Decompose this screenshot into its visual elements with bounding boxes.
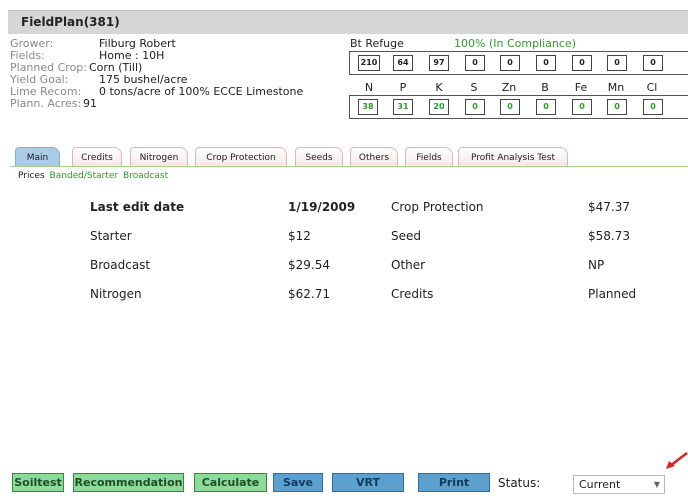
recommendation-value-box: 0 [536,99,556,115]
row-value: NP [588,258,605,272]
recommendation-value-box: 20 [429,99,449,115]
red-arrow-icon [666,452,688,469]
recommendation-value-box: 0 [607,99,627,115]
row-label: Last edit date [90,200,185,214]
recommendation-value-box: 38 [358,99,378,115]
soil-value-box: 64 [393,55,413,71]
nutrient-label: N [364,81,374,94]
soil-value-box: 210 [358,55,380,71]
tab-divider [10,166,688,167]
status-value: Current [579,478,621,491]
tab-others[interactable]: Others [350,147,398,167]
soil-value-box: 0 [572,55,592,71]
save-button[interactable]: Save [273,473,323,492]
recommendation-values: 38 31 20 0 0 0 0 0 0 [349,95,688,119]
recommendation-value-box: 0 [572,99,592,115]
subnav-broadcast-link[interactable]: Broadcast [123,171,168,181]
tab-fields[interactable]: Fields [405,147,453,167]
soiltest-button[interactable]: Soiltest [12,473,64,492]
nutrient-label: Zn [501,81,517,94]
recommendation-value-box: 0 [465,99,485,115]
soil-value-box: 0 [500,55,520,71]
row-label: Nitrogen [90,287,142,301]
row-value: $47.37 [588,200,630,214]
row-value: $29.54 [288,258,330,272]
row-value: $12 [288,229,311,243]
recommendation-value-box: 0 [500,99,520,115]
calculate-button[interactable]: Calculate [194,473,267,492]
tab-profit-analysis-test[interactable]: Profit Analysis Test [458,147,568,167]
print-button[interactable]: Print [418,473,490,492]
row-label: Other [391,258,426,272]
nutrient-label: Cl [646,81,658,94]
tab-bar: Main Credits Nitrogen Crop Protection Se… [15,147,688,167]
nutrient-label: Fe [574,81,588,94]
soil-value-box: 0 [607,55,627,71]
nutrient-label: Mn [607,81,625,94]
nutrient-label: K [435,81,443,94]
nutrient-label: B [541,81,549,94]
tab-main[interactable]: Main [15,147,60,167]
chevron-down-icon: ▼ [653,480,660,489]
row-label: Credits [391,287,434,301]
row-value: 1/19/2009 [288,200,356,214]
vrt-button[interactable]: VRT [332,473,404,492]
row-label: Crop Protection [391,200,484,214]
soil-value-box: 0 [536,55,556,71]
bt-refuge: Bt Refuge 100% (In Compliance) [350,37,576,50]
status-label: Status: [498,476,541,490]
soil-test-values: 210 64 97 0 0 0 0 0 0 [349,51,688,75]
soil-value-box: 97 [429,55,449,71]
recommendation-value-box: 0 [643,99,663,115]
subnav-current: Prices [18,171,45,181]
price-subnav: Prices Banded/Starter Broadcast [18,171,168,181]
tab-crop-protection[interactable]: Crop Protection [195,147,287,167]
tab-nitrogen[interactable]: Nitrogen [130,147,188,167]
tab-seeds[interactable]: Seeds [295,147,343,167]
status-select[interactable]: Current ▼ [573,475,665,494]
recommendation-button[interactable]: Recommendation [73,473,184,492]
window-title: FieldPlan(381) [21,15,120,29]
row-value: $62.71 [288,287,330,301]
title-bar: FieldPlan(381) [8,10,688,34]
planned-acres-row: Plann. Acres: 91 [10,97,97,110]
planned-acres-label: Plann. Acres: [10,97,82,110]
tab-credits[interactable]: Credits [72,147,122,167]
row-value: $58.73 [588,229,630,243]
soil-value-box: 0 [643,55,663,71]
row-label: Starter [90,229,132,243]
soil-value-box: 0 [465,55,485,71]
row-value: Planned [588,287,637,301]
recommendation-value-box: 31 [393,99,413,115]
nutrient-label: P [399,81,407,94]
nutrient-label: S [470,81,478,94]
row-label: Seed [391,229,421,243]
bt-refuge-label: Bt Refuge [350,37,404,50]
lime-recom-value: 0 tons/acre of 100% ECCE Limestone [99,85,304,98]
row-label: Broadcast [90,258,151,272]
subnav-banded-starter-link[interactable]: Banded/Starter [50,171,119,181]
bt-refuge-compliance: 100% (In Compliance) [454,37,576,50]
planned-acres-value: 91 [83,97,97,110]
